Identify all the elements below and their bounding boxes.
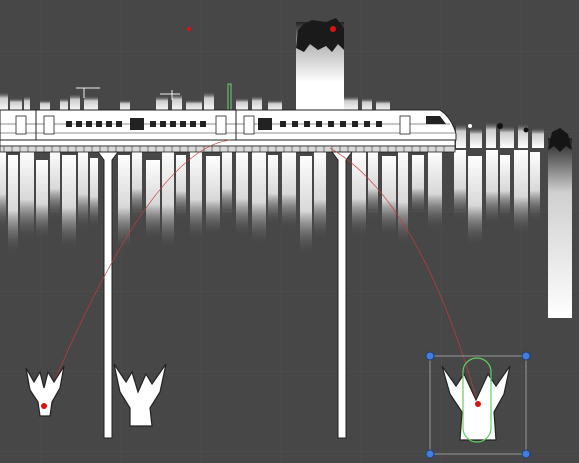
resize-handle-top-left[interactable] xyxy=(425,351,435,361)
right-tower-sprite[interactable] xyxy=(548,128,572,318)
pivot-point-2[interactable] xyxy=(330,26,336,32)
resize-handle-bottom-right[interactable] xyxy=(521,449,531,459)
resize-handle-top-right[interactable] xyxy=(521,351,531,361)
tall-tower-sprite[interactable] xyxy=(296,18,344,122)
resize-handle-bottom-left[interactable] xyxy=(425,449,435,459)
pivot-point-4[interactable] xyxy=(475,401,481,407)
pivot-point-3[interactable] xyxy=(41,403,47,409)
scene-view[interactable] xyxy=(0,0,579,463)
pivot-point-1[interactable] xyxy=(187,27,191,31)
scene-canvas[interactable] xyxy=(0,0,579,463)
